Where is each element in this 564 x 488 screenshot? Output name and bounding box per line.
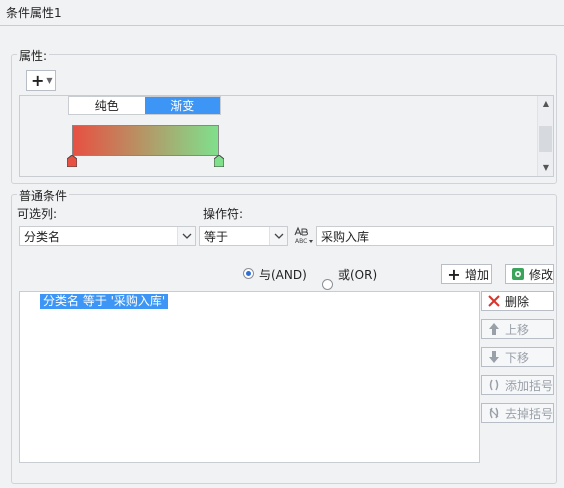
delete-x-icon (488, 295, 500, 307)
operator-select[interactable]: 等于 (199, 226, 288, 246)
scroll-up-icon[interactable]: ▲ (538, 96, 554, 110)
attributes-group-title: 属性: (17, 47, 50, 64)
svg-text:ABC: ABC (295, 238, 307, 245)
add-gradient-button[interactable]: + ▼ (26, 70, 56, 91)
column-select[interactable]: 分类名 (19, 226, 196, 246)
remove-bracket-label: 去掉括号 (505, 406, 554, 421)
chevron-down-icon[interactable] (269, 227, 287, 245)
operator-select-value: 等于 (204, 229, 229, 244)
scroll-down-icon[interactable]: ▼ (538, 160, 554, 174)
value-input-text: 采购入库 (321, 229, 370, 244)
and-radio[interactable] (243, 268, 254, 279)
delete-button[interactable]: 删除 (481, 291, 554, 311)
move-up-button[interactable]: 上移 (481, 319, 554, 339)
column-select-value: 分类名 (24, 229, 61, 244)
gradient-panel-scrollbar[interactable]: ▲ ▼ (537, 96, 553, 176)
or-radio[interactable] (322, 279, 333, 290)
delete-label: 删除 (505, 294, 530, 309)
list-item[interactable]: 分类名 等于 '采购入库' (40, 294, 169, 309)
operator-label: 操作符: (203, 207, 244, 221)
add-condition-label: 增加 (465, 267, 490, 282)
arrow-up-icon (489, 323, 499, 335)
chevron-down-icon: ▼ (46, 76, 53, 85)
gradient-start-handle[interactable] (67, 155, 77, 167)
add-bracket-button[interactable]: 添加括号 (481, 375, 554, 395)
move-down-label: 下移 (505, 350, 530, 365)
column-label: 可选列: (17, 207, 58, 221)
and-radio-label[interactable]: 与(AND) (259, 266, 307, 283)
modify-condition-button[interactable]: 修改 (505, 264, 554, 284)
add-bracket-icon (489, 379, 499, 391)
remove-bracket-button[interactable]: 去掉括号 (481, 403, 554, 423)
scrollbar-thumb[interactable] (539, 126, 552, 152)
arrow-down-icon (489, 351, 499, 363)
color-mode-tabs: 纯色 渐变 (68, 96, 221, 115)
chevron-down-icon[interactable] (177, 227, 195, 245)
add-bracket-label: 添加括号 (505, 378, 554, 393)
plus-icon: + (31, 70, 45, 90)
move-down-button[interactable]: 下移 (481, 347, 554, 367)
gradient-end-handle[interactable] (214, 155, 224, 167)
modify-condition-label: 修改 (529, 267, 554, 282)
plus-icon: + (447, 264, 461, 284)
gradient-bar (72, 125, 219, 156)
add-condition-button[interactable]: + 增加 (441, 264, 492, 284)
tab-solid-color[interactable]: 纯色 (69, 97, 145, 114)
or-radio-label[interactable]: 或(OR) (338, 266, 377, 283)
edit-gear-icon (512, 268, 524, 280)
move-up-label: 上移 (505, 322, 530, 337)
tab-gradient[interactable]: 渐变 (144, 97, 220, 114)
abc-text-icon[interactable]: ABC (292, 226, 314, 246)
window-title: 条件属性1 (6, 6, 62, 20)
title-divider (0, 25, 564, 26)
remove-bracket-icon (489, 407, 499, 419)
conditions-group-title: 普通条件 (17, 187, 70, 204)
value-input[interactable]: 采购入库 (316, 226, 554, 246)
condition-list[interactable]: 分类名 等于 '采购入库' (19, 291, 480, 463)
